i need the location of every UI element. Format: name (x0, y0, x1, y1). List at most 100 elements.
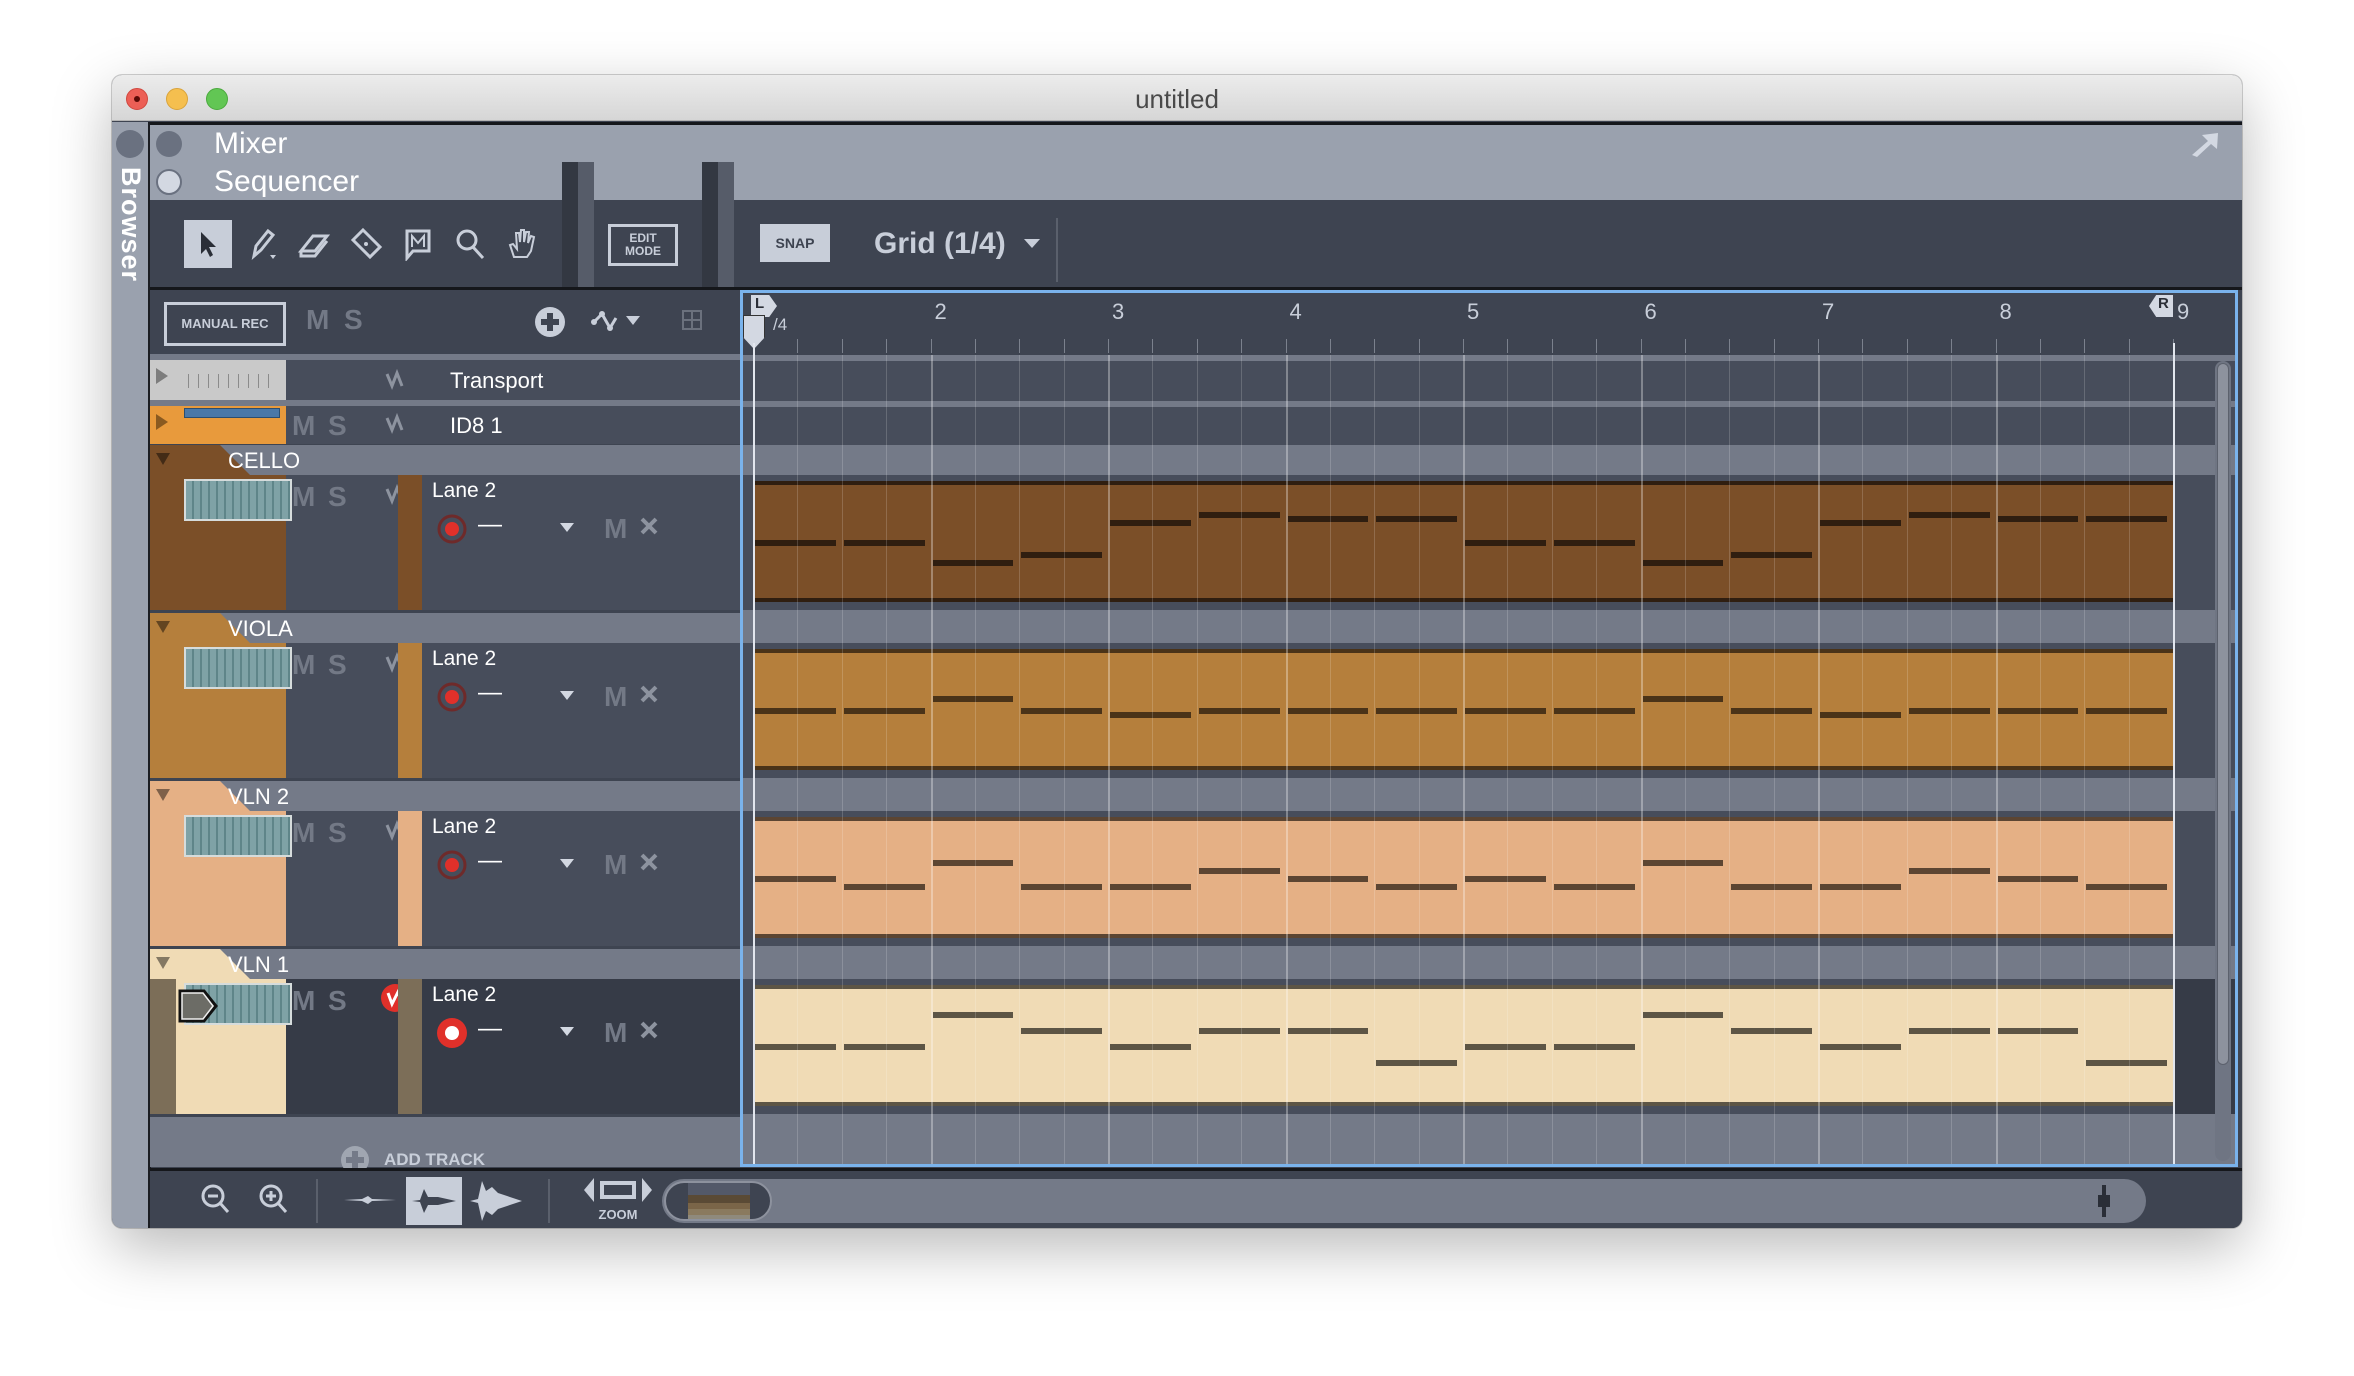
midi-clip[interactable] (753, 649, 2173, 770)
device-thumbnail[interactable] (184, 815, 292, 857)
midi-note[interactable] (2086, 515, 2167, 522)
razor-tool-button[interactable] (342, 220, 390, 268)
track-label-row[interactable]: VLN 2 (150, 781, 740, 811)
midi-note[interactable] (1198, 707, 1280, 714)
browser-label[interactable]: Browser (114, 167, 146, 282)
midi-note[interactable] (1021, 551, 1102, 558)
browser-strip[interactable]: Browser (112, 122, 151, 1228)
snap-button[interactable]: SNAP (760, 224, 830, 262)
midi-note[interactable] (1110, 519, 1191, 526)
midi-note[interactable] (1465, 707, 1546, 714)
midi-note[interactable] (1110, 1043, 1191, 1050)
midi-note[interactable] (1553, 707, 1635, 714)
grid-view-icon[interactable] (682, 310, 702, 330)
midi-note[interactable] (1642, 859, 1724, 866)
midi-note[interactable] (1731, 1027, 1812, 1034)
chevron-down-icon[interactable] (560, 859, 574, 869)
lane-header[interactable]: Lane 2 — M (424, 475, 740, 610)
automation-icon[interactable] (590, 310, 620, 334)
midi-note[interactable] (1287, 707, 1369, 714)
automation-icon[interactable] (384, 412, 406, 436)
midi-note[interactable] (1997, 515, 2079, 522)
delete-lane-icon[interactable] (640, 685, 658, 703)
mute-all-button[interactable]: M (306, 304, 329, 336)
track-header[interactable]: M S Lane 2 — M (150, 475, 740, 610)
record-enable-icon[interactable] (436, 513, 468, 545)
midi-note[interactable] (932, 559, 1014, 566)
waveform-medium-button[interactable] (406, 1177, 462, 1225)
midi-clip[interactable] (753, 817, 2173, 938)
mute-button[interactable]: M (292, 410, 315, 442)
track-id8[interactable]: M S ID8 1 (150, 406, 740, 444)
midi-note[interactable] (1465, 875, 1546, 882)
select-tool-button[interactable] (184, 220, 232, 268)
midi-note[interactable] (1731, 707, 1812, 714)
mute-button[interactable]: M (292, 817, 315, 849)
midi-note[interactable] (1908, 707, 1990, 714)
automation-dropdown-icon[interactable] (626, 316, 640, 326)
collapse-triangle-icon[interactable] (156, 957, 170, 969)
lane-header[interactable]: Lane 2 — M (424, 811, 740, 946)
eraser-tool-button[interactable] (290, 220, 338, 268)
midi-note[interactable] (1908, 511, 1990, 518)
midi-note[interactable] (1376, 707, 1457, 714)
expand-triangle-icon[interactable] (156, 368, 170, 384)
vertical-scroll-thumb[interactable] (2217, 363, 2229, 1065)
midi-note[interactable] (932, 1011, 1014, 1018)
midi-note[interactable] (2086, 883, 2167, 890)
midi-note[interactable] (2086, 1059, 2167, 1066)
midi-note[interactable] (1110, 883, 1191, 890)
track-transport[interactable]: Transport (150, 360, 740, 400)
ruler[interactable]: 2 3 4 5 6 7 8 9 L R/4 (743, 293, 2235, 355)
solo-button[interactable]: S (328, 410, 347, 442)
collapse-triangle-icon[interactable] (156, 453, 170, 465)
sequencer-toggle-icon[interactable] (156, 169, 182, 195)
collapse-triangle-icon[interactable] (156, 621, 170, 633)
midi-note[interactable] (755, 707, 836, 714)
midi-note[interactable] (755, 1043, 836, 1050)
midi-note[interactable] (1553, 883, 1635, 890)
mixer-section-header[interactable]: Mixer (150, 122, 2242, 166)
chevron-down-icon[interactable] (560, 691, 574, 701)
delete-lane-icon[interactable] (640, 517, 658, 535)
record-enable-icon[interactable] (436, 681, 468, 713)
pencil-tool-button[interactable] (238, 220, 286, 268)
solo-button[interactable]: S (328, 817, 347, 849)
lane-header[interactable]: Lane 2 — M (424, 643, 740, 778)
mute-tool-button[interactable] (394, 220, 442, 268)
manual-rec-button[interactable]: MANUAL REC (164, 302, 286, 346)
solo-button[interactable]: S (328, 481, 347, 513)
midi-note[interactable] (755, 539, 836, 546)
mute-button[interactable]: M (292, 481, 315, 513)
waveform-large-icon[interactable] (468, 1177, 524, 1225)
lane-mute-button[interactable]: M (604, 681, 627, 713)
track-label-row[interactable]: VIOLA (150, 613, 740, 643)
midi-note[interactable] (1731, 883, 1812, 890)
delete-lane-icon[interactable] (640, 853, 658, 871)
grid-select[interactable]: Grid (1/4) (874, 224, 1040, 264)
horizontal-scrollbar[interactable] (662, 1179, 2146, 1223)
edit-mode-button[interactable]: EDIT MODE (608, 224, 678, 266)
midi-clip[interactable] (753, 985, 2173, 1106)
chevron-down-icon[interactable] (560, 1027, 574, 1037)
track-label-row[interactable]: VLN 1 (150, 949, 740, 979)
midi-note[interactable] (1198, 867, 1280, 874)
midi-note[interactable] (1997, 707, 2079, 714)
midi-note[interactable] (1997, 1027, 2079, 1034)
chevron-down-icon[interactable] (560, 523, 574, 533)
midi-note[interactable] (1553, 1043, 1635, 1050)
midi-note[interactable] (1908, 1027, 1990, 1034)
midi-note[interactable] (843, 707, 925, 714)
lane-mute-button[interactable]: M (604, 1017, 627, 1049)
midi-note[interactable] (1997, 875, 2079, 882)
midi-note[interactable] (1021, 1027, 1102, 1034)
midi-note[interactable] (1820, 1043, 1901, 1050)
midi-note[interactable] (843, 1043, 925, 1050)
left-locator[interactable]: L (751, 295, 777, 317)
record-enable-icon[interactable] (436, 849, 468, 881)
midi-note[interactable] (843, 883, 925, 890)
midi-note[interactable] (1908, 867, 1990, 874)
collapse-triangle-icon[interactable] (156, 789, 170, 801)
midi-note[interactable] (1287, 875, 1369, 882)
midi-note[interactable] (2086, 707, 2167, 714)
